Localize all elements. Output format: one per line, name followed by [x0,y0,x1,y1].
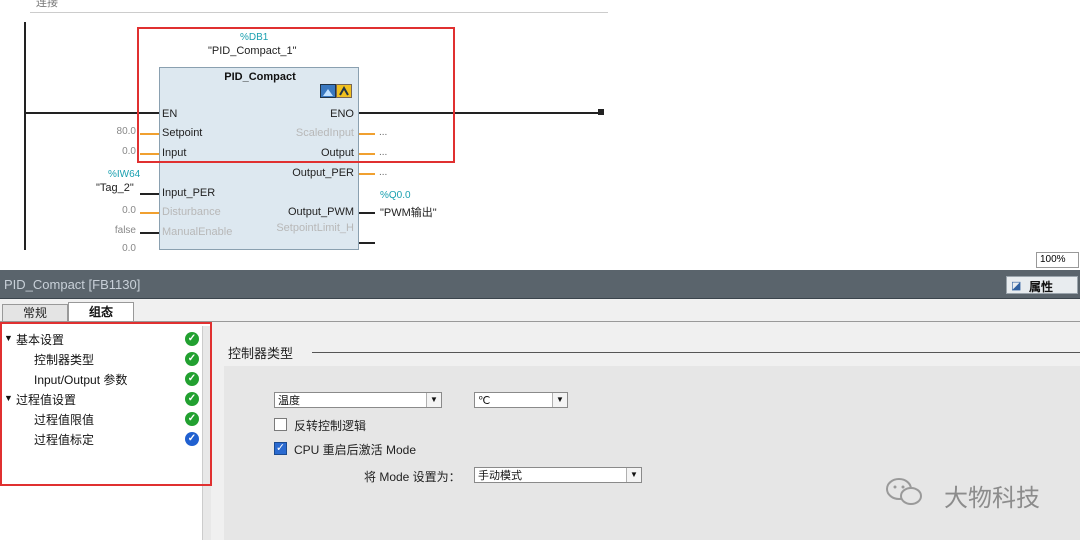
invert-logic-checkbox[interactable] [274,418,287,431]
top-label: 连接 [36,0,58,9]
tab-configuration[interactable]: 组态 [68,302,134,322]
ladder-editor: 连接 %DB1 "PID_Compact_1" PID_Compact EN S… [0,0,1080,254]
highlight-box-block [137,27,455,163]
watermark-text: 大物科技 [944,485,1040,512]
toolbar-divider [30,12,608,13]
input-per-wire [140,193,159,195]
q-tag[interactable]: "PWM输出" [380,204,437,220]
zoom-level[interactable]: 100% [1036,252,1079,268]
invert-logic-label: 反转控制逻辑 [294,419,367,433]
wechat-icon [884,476,924,508]
output-per-value[interactable]: ... [379,167,387,178]
pin-setpoint-limit-h[interactable]: SetpointLimit_H [244,222,354,235]
chevron-down-icon: ▼ [626,468,641,482]
pin-output-per[interactable]: Output_PER [292,167,354,179]
restart-mode-label: CPU 重启后激活 Mode [294,443,417,457]
output-pwm-wire [359,212,375,214]
highlight-box-tree [0,322,212,486]
setpoint-value[interactable]: 80.0 [76,126,136,137]
output-per-wire [359,173,375,175]
pin-output-pwm[interactable]: Output_PWM [288,206,354,218]
left-power-rail [24,22,26,250]
iw-reference: %IW64 [108,169,141,180]
mode-label: 将 Mode 设置为： [364,470,461,484]
pin-input-per[interactable]: Input_PER [162,187,215,199]
disturbance-wire [140,212,159,214]
controller-type-select[interactable]: 温度 ▼ [274,392,442,408]
inspector-title: PID_Compact [FB1130] [4,277,141,292]
properties-tab[interactable]: ◪ 属性 [1006,276,1078,294]
mode-select[interactable]: 手动模式 ▼ [474,467,642,483]
tab-general[interactable]: 常规 [2,304,68,322]
properties-icon: ◪ [1011,280,1022,292]
restart-mode-checkbox[interactable]: ✓ [274,442,287,455]
controller-type-value: 温度 [278,395,300,407]
section-divider [312,352,1080,353]
rung-end-marker [598,109,604,115]
manual-enable-wire [140,232,159,234]
unit-value: ℃ [478,395,491,407]
manual-enable-value[interactable]: false [76,225,136,236]
iw-tag[interactable]: "Tag_2" [96,182,134,194]
disturbance-value[interactable]: 0.0 [76,205,136,216]
unit-select[interactable]: ℃ ▼ [474,392,568,408]
mode-value: 手动模式 [478,470,522,482]
input-value[interactable]: 0.0 [76,146,136,157]
q-reference: %Q0.0 [380,190,411,201]
pin-disturbance[interactable]: Disturbance [162,206,221,218]
section-title: 控制器类型 [228,346,294,361]
chevron-down-icon: ▼ [426,393,441,407]
chevron-down-icon: ▼ [552,393,567,407]
pin-manual-enable[interactable]: ManualEnable [162,226,232,238]
partial-value: 0.0 [122,243,136,254]
setpoint-limit-wire [359,242,375,244]
properties-label: 属性 [1029,280,1054,294]
inspector-panel: PID_Compact [FB1130] ◪ 属性 常规 组态 ▼ 基本设置 控… [0,270,1080,540]
inspector-header [0,270,1080,299]
